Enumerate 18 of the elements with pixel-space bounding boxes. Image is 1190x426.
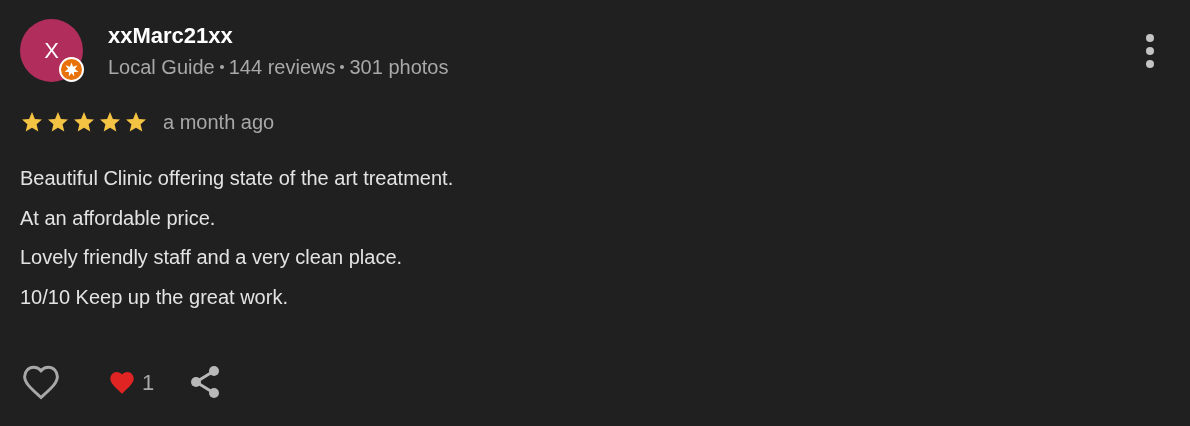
review-text: Lovely friendly staff and a very clean place. xyxy=(20,245,404,270)
star-icon xyxy=(20,110,44,134)
reaction-count: 1 xyxy=(142,368,155,397)
author-meta: Local Guide xyxy=(108,55,215,79)
star-icon xyxy=(46,110,70,134)
review-text: At an affordable price. xyxy=(20,205,217,231)
star-icon xyxy=(98,110,122,134)
review-text: Beautiful Clinic offering state of the art treatment. xyxy=(20,166,455,191)
review-text: 10/10 Keep up the great work. xyxy=(20,284,289,310)
star-icon xyxy=(124,110,148,134)
share-icon[interactable] xyxy=(189,364,222,400)
author-meta: 301 photos xyxy=(349,55,449,79)
review-time: a month ago xyxy=(163,110,275,135)
avatar-letter: X xyxy=(44,39,59,62)
author-meta: 144 reviews xyxy=(228,55,336,79)
author-name[interactable]: xxMarc21xx xyxy=(108,23,449,49)
star-icon xyxy=(72,110,96,134)
heart-icon xyxy=(108,369,136,395)
